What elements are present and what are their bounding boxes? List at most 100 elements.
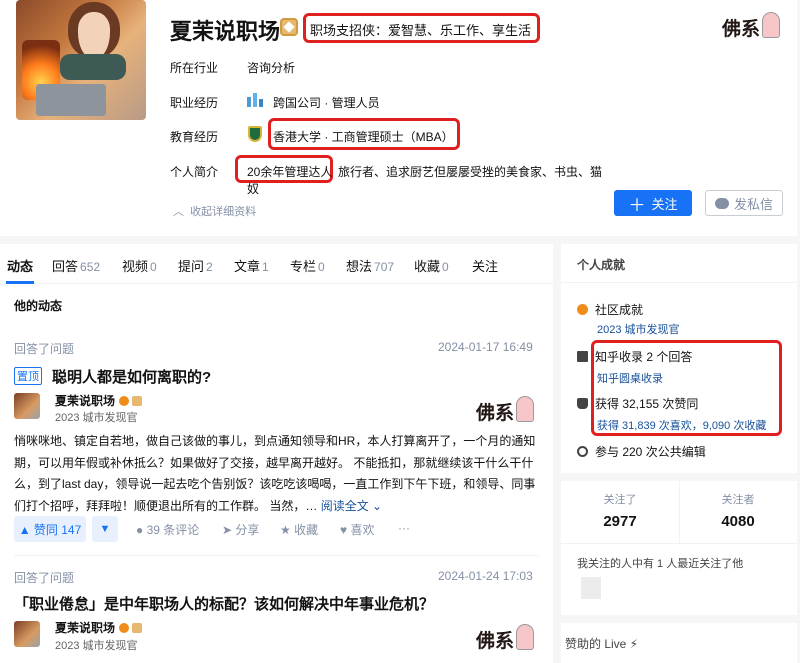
industry-label: 所在行业 xyxy=(170,61,219,75)
medal-icon xyxy=(577,304,588,315)
author-name[interactable]: 夏茉说职场 xyxy=(55,619,143,636)
answer-actions: ▲ 赞同 147 ▼ ● 39 条评论 ➤ 分享 ★ 收藏 ♥ 喜欢 ··· xyxy=(14,516,539,542)
roundtable-link[interactable]: 知乎圆桌收录 xyxy=(597,370,663,386)
author-name[interactable]: 夏茉说职场 xyxy=(55,392,143,409)
chevron-up-icon: ︿ xyxy=(173,206,184,218)
comment-icon: ● xyxy=(136,523,144,537)
profile-avatar[interactable] xyxy=(16,0,146,120)
profile-headline: 职场支招侠：爱智慧、乐工作、享生活 xyxy=(310,23,532,38)
plus-icon: ＋ xyxy=(628,195,646,215)
tab-answers[interactable]: 回答 652 xyxy=(52,256,100,275)
activity-type: 回答了问题 xyxy=(14,571,75,585)
following-stat[interactable]: 关注了 2977 xyxy=(561,491,679,530)
figure-icon xyxy=(516,624,534,650)
foxi-logo: 佛系 xyxy=(476,396,536,424)
bio-highlight-text: 20余年管理达人 xyxy=(247,165,333,179)
live-title[interactable]: 赞助的 Live ⚡ xyxy=(565,635,638,652)
question-title[interactable]: 「职业倦怠」是中年职场人的标配？该如何解决中年事业危机？ xyxy=(14,593,434,614)
triangle-down-icon: ▼ xyxy=(99,523,111,535)
industry-value: 咨询分析 xyxy=(247,61,296,75)
like-button[interactable]: ♥ 喜欢 xyxy=(340,521,374,538)
figure-icon xyxy=(516,396,534,422)
upvotes-count: 获得 32,155 次赞同 xyxy=(577,395,698,412)
more-button[interactable]: ··· xyxy=(398,521,410,535)
comments-button[interactable]: ● 39 条评论 xyxy=(136,521,199,538)
chevron-down-icon: ⌄ xyxy=(372,498,383,513)
mutual-follower-avatar[interactable] xyxy=(581,577,601,599)
tab-thoughts[interactable]: 想法 707 xyxy=(346,256,394,275)
bio-rest-text: 旅行者、追求厨艺但屡屡受挫的美食家、书虫、猫 xyxy=(338,165,603,179)
tab-activity[interactable]: 动态 xyxy=(7,256,33,275)
foxi-logo-text: 佛系 xyxy=(476,630,515,652)
bio-label: 个人简介 xyxy=(170,165,219,179)
verified-badge-icon xyxy=(132,396,143,406)
tab-articles[interactable]: 文章 1 xyxy=(234,256,269,275)
bio-wrap-text: 奴 xyxy=(247,182,260,196)
question-title[interactable]: 置顶 聪明人都是如何离职的? xyxy=(14,366,211,387)
laptop-illustration xyxy=(36,84,106,116)
thumbs-up-icon xyxy=(577,398,588,409)
heart-icon: ♥ xyxy=(340,523,348,537)
tab-columns[interactable]: 专栏 0 xyxy=(290,256,325,275)
verified-badge-icon[interactable] xyxy=(280,18,298,36)
collapse-details-link[interactable]: ︿ 收起详细资料 xyxy=(173,203,256,219)
card-divider xyxy=(561,282,797,283)
share-button[interactable]: ➤ 分享 xyxy=(222,521,259,538)
upvote-button[interactable]: ▲ 赞同 147 xyxy=(14,516,86,542)
edit-icon xyxy=(577,446,588,457)
profile-header: 夏茉说职场 职场支招侠：爱智慧、乐工作、享生活 佛系 所在行业 咨询分析 职业经… xyxy=(0,0,797,236)
collect-button[interactable]: ★ 收藏 xyxy=(280,521,318,538)
author-avatar[interactable] xyxy=(14,393,40,419)
tab-videos[interactable]: 视频 0 xyxy=(122,256,157,275)
activity-time: 2024-01-24 17:03 xyxy=(438,569,533,583)
figure-icon xyxy=(762,12,780,38)
followers-stat[interactable]: 关注者 4080 xyxy=(679,491,797,530)
answer-excerpt[interactable]: 悄咪咪地、镇定自若地，做自己该做的事儿，到点通知领导和HR，本人打算离开了，一个… xyxy=(14,431,539,517)
character-head-illustration xyxy=(68,2,120,58)
activity-time: 2024-01-17 16:49 xyxy=(438,340,533,354)
tab-collections[interactable]: 收藏 0 xyxy=(414,256,449,275)
education-value: 香港大学 · 工商管理硕士（MBA） xyxy=(273,130,454,144)
tab-following[interactable]: 关注 xyxy=(472,256,498,275)
live-card: 赞助的 Live ⚡ xyxy=(561,623,797,663)
feed-divider xyxy=(14,555,539,556)
follow-button[interactable]: ＋ 关注 xyxy=(614,190,692,216)
followers-count: 4080 xyxy=(721,513,755,530)
following-label: 关注了 xyxy=(603,494,637,506)
author-avatar[interactable] xyxy=(14,621,40,647)
active-tab-indicator xyxy=(6,281,34,284)
verified-badge-icon xyxy=(132,623,143,633)
creator-badge-icon xyxy=(119,396,130,406)
university-crest-icon xyxy=(248,126,262,142)
community-achievement-sub[interactable]: 2023 城市发现官 xyxy=(597,321,680,337)
downvote-button[interactable]: ▼ xyxy=(92,516,118,542)
creator-badge-icon xyxy=(119,623,130,633)
education-label: 教育经历 xyxy=(170,130,219,144)
following-count: 2977 xyxy=(603,513,637,530)
tab-questions[interactable]: 提问 2 xyxy=(178,256,213,275)
collapse-label: 收起详细资料 xyxy=(190,206,257,218)
follow-button-label: 关注 xyxy=(651,196,678,212)
message-button[interactable]: 发私信 xyxy=(705,190,783,216)
mutual-follow-text[interactable]: 我关注的人中有 1 人最近关注了他 xyxy=(577,555,743,571)
star-icon: ★ xyxy=(280,523,291,537)
achievements-card: 个人成就 社区成就 2023 城市发现官 知乎收录 2 个回答 知乎圆桌收录 获… xyxy=(561,244,797,473)
profile-tabs: 动态 回答 652 视频 0 提问 2 文章 1 专栏 0 想法 707 收藏 0 关注 xyxy=(0,244,553,284)
activity-type: 回答了问题 xyxy=(14,342,75,356)
achievements-title: 个人成就 xyxy=(577,258,626,272)
book-icon xyxy=(577,351,588,362)
followers-label: 关注者 xyxy=(721,494,755,506)
included-answers: 知乎收录 2 个回答 xyxy=(577,348,692,365)
company-icon xyxy=(247,93,263,107)
foxi-logo-text: 佛系 xyxy=(722,18,761,40)
foxi-logo: 佛系 xyxy=(476,624,536,652)
question-title-text: 聪明人都是如何离职的? xyxy=(52,369,212,386)
likes-collections: 获得 31,839 次喜欢，9,090 次收藏 xyxy=(597,420,767,432)
author-subtitle: 2023 城市发现官 xyxy=(55,640,138,652)
read-more-link[interactable]: 阅读全文 ⌄ xyxy=(321,499,382,513)
pinned-badge: 置顶 xyxy=(14,367,42,385)
message-bubble-icon xyxy=(714,197,729,209)
foxi-logo-text: 佛系 xyxy=(476,402,515,424)
foxi-logo: 佛系 xyxy=(722,12,782,40)
public-edits: 参与 220 次公共编辑 xyxy=(577,443,706,460)
